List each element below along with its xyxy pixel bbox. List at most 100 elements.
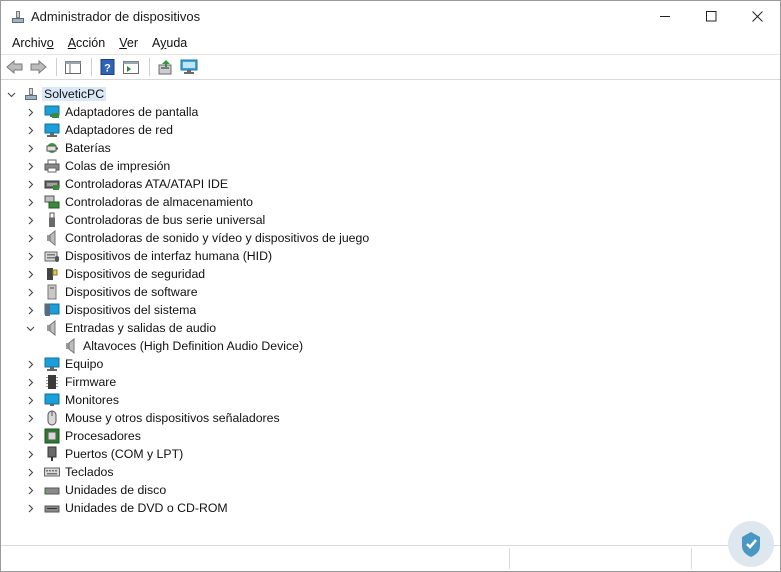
chevron-right-icon[interactable] <box>24 232 36 244</box>
tree-category-node[interactable]: Monitores <box>1 391 780 409</box>
tree-category-node[interactable]: Mouse y otros dispositivos señaladores <box>1 409 780 427</box>
show-hide-console-tree-button[interactable] <box>63 57 83 77</box>
chevron-right-icon[interactable] <box>24 394 36 406</box>
chevron-right-icon[interactable] <box>24 124 36 136</box>
window-title: Administrador de dispositivos <box>31 9 201 24</box>
chevron-right-icon[interactable] <box>24 502 36 514</box>
tree-category-node[interactable]: Controladoras ATA/ATAPI IDE <box>1 175 780 193</box>
keyboard-icon <box>44 464 60 480</box>
tree-category-node[interactable]: Unidades de disco <box>1 481 780 499</box>
tree-category-node[interactable]: Colas de impresión <box>1 157 780 175</box>
device-tree[interactable]: SolveticPC Adaptadores de pantalla Adaptad… <box>1 85 780 545</box>
chevron-right-icon[interactable] <box>24 412 36 424</box>
maximize-button[interactable] <box>688 1 734 32</box>
tree-category-node[interactable]: Firmware <box>1 373 780 391</box>
tree-root-node[interactable]: SolveticPC <box>5 85 780 103</box>
menu-accion[interactable]: Acción <box>61 36 113 50</box>
software-device-icon <box>44 284 60 300</box>
dvd-drive-icon <box>44 500 60 516</box>
chevron-right-icon[interactable] <box>24 430 36 442</box>
tree-category-node[interactable]: Puertos (COM y LPT) <box>1 445 780 463</box>
tree-category-node[interactable]: Controladoras de bus serie universal <box>1 211 780 229</box>
help-button[interactable]: ? <box>98 57 118 77</box>
hid-icon <box>44 248 60 264</box>
minimize-button[interactable] <box>642 1 688 32</box>
maximize-icon <box>705 11 716 22</box>
chevron-down-icon[interactable] <box>24 322 36 334</box>
tree-category-node[interactable]: Controladoras de sonido y vídeo y dispos… <box>1 229 780 247</box>
toolbar-separator <box>91 58 92 76</box>
chevron-right-icon[interactable] <box>24 160 36 172</box>
chevron-down-icon[interactable] <box>5 88 17 100</box>
menu-ver[interactable]: Ver <box>112 36 145 50</box>
tree-category-label: Dispositivos de seguridad <box>65 267 206 281</box>
tree-category-node[interactable]: Adaptadores de red <box>1 121 780 139</box>
back-arrow-icon <box>6 60 23 74</box>
chevron-right-icon[interactable] <box>24 286 36 298</box>
tree-category-node[interactable]: Controladoras de almacenamiento <box>1 193 780 211</box>
title-bar: Administrador de dispositivos <box>1 1 780 32</box>
tree-category-label: Entradas y salidas de audio <box>65 321 217 335</box>
tree-category-label: Controladoras de sonido y vídeo y dispos… <box>65 231 370 245</box>
chevron-right-icon[interactable] <box>24 466 36 478</box>
tree-category-label: Equipo <box>65 357 104 371</box>
tree-category-node[interactable]: Dispositivos de interfaz humana (HID) <box>1 247 780 265</box>
chevron-right-icon[interactable] <box>24 376 36 388</box>
mouse-icon <box>44 410 60 426</box>
chevron-right-icon[interactable] <box>24 268 36 280</box>
tree-category-node[interactable]: Dispositivos del sistema <box>1 301 780 319</box>
scan-hardware-changes-button[interactable] <box>179 57 199 77</box>
console-tree-icon <box>65 61 81 74</box>
chevron-right-icon[interactable] <box>24 448 36 460</box>
tree-category-label: Firmware <box>65 375 117 389</box>
storage-controller-icon <box>44 194 60 210</box>
minimize-icon <box>659 16 670 17</box>
tree-category-node[interactable]: Dispositivos de software <box>1 283 780 301</box>
tree-category-label: Puertos (COM y LPT) <box>65 447 184 461</box>
update-driver-button[interactable] <box>156 57 176 77</box>
watermark-logo-icon <box>728 521 774 567</box>
chevron-right-icon[interactable] <box>24 178 36 190</box>
network-adapter-icon <box>44 122 60 138</box>
menu-ayuda[interactable]: Ayuda <box>145 36 194 50</box>
tree-category-node[interactable]: Unidades de DVD o CD-ROM <box>1 499 780 517</box>
battery-icon <box>44 140 60 156</box>
tree-category-label: Dispositivos del sistema <box>65 303 197 317</box>
tree-category-label: Colas de impresión <box>65 159 171 173</box>
tree-category-node[interactable]: Procesadores <box>1 427 780 445</box>
close-button[interactable] <box>734 1 780 32</box>
chevron-right-icon[interactable] <box>24 214 36 226</box>
tree-device-label: Altavoces (High Definition Audio Device) <box>83 339 304 353</box>
chevron-right-icon[interactable] <box>24 358 36 370</box>
chevron-right-icon[interactable] <box>24 142 36 154</box>
tree-category-node[interactable]: Teclados <box>1 463 780 481</box>
tree-category-label: Baterías <box>65 141 111 155</box>
chevron-right-icon[interactable] <box>24 196 36 208</box>
menu-archivo[interactable]: Archivo <box>5 36 61 50</box>
speaker-icon <box>44 320 60 336</box>
tree-category-node[interactable]: Entradas y salidas de audio <box>1 319 780 337</box>
tree-device-node[interactable]: Altavoces (High Definition Audio Device) <box>1 337 780 355</box>
chevron-right-icon[interactable] <box>24 106 36 118</box>
tree-category-label: Monitores <box>65 393 119 407</box>
tree-category-label: Mouse y otros dispositivos señaladores <box>65 411 280 425</box>
tree-category-node[interactable]: Baterías <box>1 139 780 157</box>
chevron-right-icon[interactable] <box>24 484 36 496</box>
usb-icon <box>44 212 60 228</box>
tree-category-node[interactable]: Adaptadores de pantalla <box>1 103 780 121</box>
tree-category-node[interactable]: Dispositivos de seguridad <box>1 265 780 283</box>
chevron-right-icon[interactable] <box>24 304 36 316</box>
back-button[interactable] <box>5 57 25 77</box>
chevron-right-icon[interactable] <box>24 250 36 262</box>
status-divider <box>691 548 692 569</box>
action-pane-button[interactable] <box>121 57 141 77</box>
tree-category-node[interactable]: Equipo <box>1 355 780 373</box>
forward-button[interactable] <box>28 57 48 77</box>
speaker-icon <box>44 230 60 246</box>
monitor-display-icon <box>44 104 60 120</box>
computer-root-icon <box>23 86 39 102</box>
device-manager-app-icon <box>10 9 26 25</box>
action-pane-icon <box>123 61 139 74</box>
tree-category-label: Dispositivos de interfaz humana (HID) <box>65 249 273 263</box>
tree-category-label: Adaptadores de red <box>65 123 174 137</box>
